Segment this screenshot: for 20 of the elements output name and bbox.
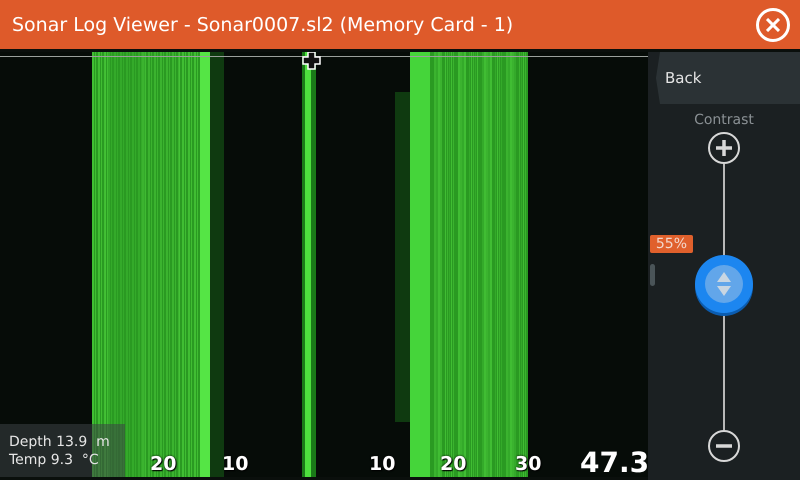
back-button[interactable]: Back bbox=[656, 52, 800, 104]
range-label: 10 bbox=[369, 453, 396, 475]
range-label: 20 bbox=[440, 453, 466, 475]
increase-button[interactable] bbox=[708, 132, 740, 164]
plus-icon bbox=[715, 139, 733, 157]
contrast-value: 55% bbox=[650, 234, 693, 253]
readout-text: Depth 13.9 m bbox=[9, 434, 111, 450]
minus-icon bbox=[715, 444, 733, 448]
close-button[interactable] bbox=[756, 8, 790, 42]
range-label: 20 bbox=[150, 453, 176, 475]
decrease-button[interactable] bbox=[708, 430, 740, 462]
window-title: Sonar Log Viewer - Sonar0007.sl2 (Memory Card - 1) bbox=[12, 14, 514, 36]
up-down-icon bbox=[705, 264, 743, 303]
readout-text: Temp 9.3 °C bbox=[9, 452, 100, 468]
slider-thumb[interactable] bbox=[695, 254, 753, 313]
contrast-label: Contrast bbox=[694, 112, 754, 128]
scroll-grip[interactable] bbox=[650, 264, 655, 286]
speed-reading: 47.3 bbox=[580, 449, 648, 477]
range-label: 10 bbox=[222, 453, 248, 475]
close-icon bbox=[766, 18, 780, 32]
